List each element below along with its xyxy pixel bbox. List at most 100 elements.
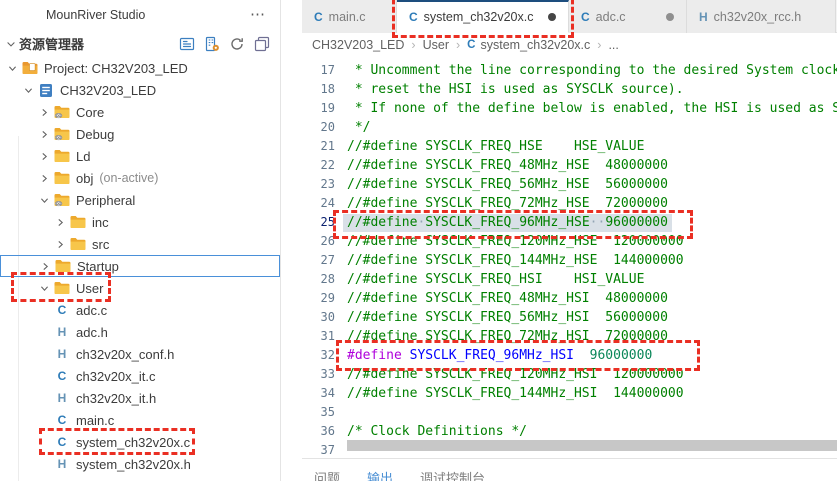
line-number[interactable]: 28 — [302, 270, 335, 289]
tree-item-debug[interactable]: Debug — [0, 123, 280, 145]
folder-link-icon — [52, 127, 72, 141]
line-number[interactable]: 31 — [302, 327, 335, 346]
tree-item-ch32v20x-it-h[interactable]: Hch32v20x_it.h — [0, 387, 280, 409]
tree-item-label: system_ch32v20x.h — [76, 456, 191, 472]
line-number[interactable]: 35 — [302, 403, 335, 422]
build-settings-icon[interactable] — [204, 36, 220, 52]
tree-item-ch32v20x-conf-h[interactable]: Hch32v20x_conf.h — [0, 343, 280, 365]
tab-adc-c[interactable]: Cadc.c — [569, 0, 687, 33]
explorer-actions — [179, 36, 270, 52]
tree-item-adc-h[interactable]: Hadc.h — [0, 321, 280, 343]
line-number[interactable]: 33 — [302, 365, 335, 384]
panel-tab-问题[interactable]: 问题 — [314, 468, 340, 481]
line-number[interactable]: 36 — [302, 422, 335, 441]
line-number[interactable]: 18 — [302, 80, 335, 99]
unsaved-dot-icon[interactable] — [548, 13, 556, 21]
line-number[interactable]: 20 — [302, 118, 335, 137]
refresh-icon[interactable] — [229, 36, 245, 52]
line-number[interactable]: 24 — [302, 194, 335, 213]
panel-tab-调试控制台[interactable]: 调试控制台 — [420, 468, 485, 481]
line-content: //#define SYSCLK_FREQ_HSE HSE_VALUE — [347, 139, 645, 154]
line-number[interactable]: 27 — [302, 251, 335, 270]
code-line-34[interactable]: 34 //#define SYSCLK_FREQ_144MHz_HSI 14400… — [302, 384, 837, 403]
tree-item-label: Debug — [76, 126, 115, 142]
chevron-expanded-icon — [4, 63, 20, 74]
open-editors-icon[interactable] — [179, 36, 195, 52]
tree-item-peripheral[interactable]: Peripheral — [0, 189, 280, 211]
folder-icon — [52, 281, 72, 295]
tree-item-src[interactable]: src — [0, 233, 280, 255]
code-line-32[interactable]: 32 #define SYSCLK_FREQ_96MHz_HSI 96000000 — [302, 346, 837, 365]
tree-item-ld[interactable]: Ld — [0, 145, 280, 167]
folder-icon — [52, 171, 72, 185]
breadcrumb-item-user[interactable]: User — [423, 38, 449, 52]
tree-item-label: system_ch32v20x.c — [76, 434, 191, 450]
more-actions-icon[interactable]: ⋯ — [250, 7, 266, 22]
tree-item-system-ch32v20x-c[interactable]: Csystem_ch32v20x.c — [0, 431, 280, 453]
tab-ch32v20x-rcc-h[interactable]: Hch32v20x_rcc.h — [687, 0, 836, 33]
tree-item-user[interactable]: User — [0, 277, 280, 299]
line-number[interactable]: 29 — [302, 289, 335, 308]
code-line-25[interactable]: 25 //#define·SYSCLK_FREQ_96MHz_HSE··96000… — [302, 213, 837, 232]
panel-tab-输出[interactable]: 输出 — [367, 468, 393, 481]
tree-item-system-ch32v20x-h[interactable]: Hsystem_ch32v20x.h — [0, 453, 280, 475]
breadcrumb-item-[interactable]: ... — [608, 38, 618, 52]
code-line-36[interactable]: 36 /* Clock Definitions */ — [302, 422, 837, 441]
tree-item-label: inc — [92, 214, 109, 230]
line-number[interactable]: 17 — [302, 61, 335, 80]
tab-system-ch32v20x-c[interactable]: Csystem_ch32v20x.c — [397, 0, 569, 33]
code-line-23[interactable]: 23 //#define SYSCLK_FREQ_56MHz_HSE 560000… — [302, 175, 837, 194]
code-editor[interactable]: 17 * Uncomment the line corresponding to… — [302, 57, 837, 458]
tab-label: adc.c — [595, 9, 626, 24]
tree-item-project-ch32v203-led[interactable]: Project: CH32V203_LED — [0, 57, 280, 79]
collapse-all-icon[interactable] — [254, 36, 270, 52]
unsaved-dot-icon[interactable] — [666, 12, 674, 21]
tree-item-main-c[interactable]: Cmain.c — [0, 409, 280, 431]
horizontal-scrollbar[interactable] — [347, 440, 837, 451]
code-line-31[interactable]: 31 //#define SYSCLK_FREQ_72MHz_HSI 720000… — [302, 327, 837, 346]
tab-main-c[interactable]: Cmain.c — [302, 0, 397, 33]
line-content: #define SYSCLK_FREQ_96MHz_HSI 96000000 — [347, 348, 653, 363]
line-number[interactable]: 26 — [302, 232, 335, 251]
h-file-icon: H — [57, 457, 67, 471]
tree-item-inc[interactable]: inc — [0, 211, 280, 233]
code-line-24[interactable]: 24 //#define SYSCLK_FREQ_72MHz_HSE 720000… — [302, 194, 837, 213]
line-content: //#define SYSCLK_FREQ_120MHz_HSE 1200000… — [347, 234, 684, 249]
line-number[interactable]: 32 — [302, 346, 335, 365]
line-number[interactable]: 21 — [302, 137, 335, 156]
tree-item-obj[interactable]: obj (on-active) — [0, 167, 280, 189]
breadcrumb-separator: › — [597, 38, 602, 52]
code-line-22[interactable]: 22 //#define SYSCLK_FREQ_48MHz_HSE 480000… — [302, 156, 837, 175]
code-line-20[interactable]: 20 */ — [302, 118, 837, 137]
line-number[interactable]: 25 — [302, 213, 335, 232]
code-line-35[interactable]: 35 — [302, 403, 837, 422]
chevron-collapsed-icon — [36, 107, 52, 118]
c-file-icon: C — [467, 39, 476, 51]
line-number[interactable]: 37 — [302, 441, 335, 458]
tree-item-suffix: (on-active) — [99, 171, 159, 185]
code-line-18[interactable]: 18 * reset the HSI is used as SYSCLK sou… — [302, 80, 837, 99]
line-number[interactable]: 19 — [302, 99, 335, 118]
code-line-30[interactable]: 30 //#define SYSCLK_FREQ_56MHz_HSI 560000… — [302, 308, 837, 327]
tree-item-core[interactable]: Core — [0, 101, 280, 123]
tree-item-startup[interactable]: Startup — [0, 255, 280, 277]
code-line-26[interactable]: 26 //#define SYSCLK_FREQ_120MHz_HSE 12000… — [302, 232, 837, 251]
breadcrumb-item-system-ch32v20x-c[interactable]: Csystem_ch32v20x.c — [467, 38, 590, 52]
line-number[interactable]: 23 — [302, 175, 335, 194]
explorer-header[interactable]: 资源管理器 — [0, 30, 280, 57]
code-line-28[interactable]: 28 //#define SYSCLK_FREQ_HSI HSI_VALUE — [302, 270, 837, 289]
tree-item-ch32v20x-it-c[interactable]: Cch32v20x_it.c — [0, 365, 280, 387]
code-line-19[interactable]: 19 * If none of the define below is enab… — [302, 99, 837, 118]
line-number[interactable]: 30 — [302, 308, 335, 327]
code-line-29[interactable]: 29 //#define SYSCLK_FREQ_48MHz_HSI 480000… — [302, 289, 837, 308]
breadcrumb-item-ch32v203-led[interactable]: CH32V203_LED — [312, 38, 404, 52]
code-line-21[interactable]: 21 //#define SYSCLK_FREQ_HSE HSE_VALUE — [302, 137, 837, 156]
line-number[interactable]: 22 — [302, 156, 335, 175]
tree-item-adc-c[interactable]: Cadc.c — [0, 299, 280, 321]
line-number[interactable]: 34 — [302, 384, 335, 403]
folder-link-icon — [52, 105, 72, 119]
code-line-27[interactable]: 27 //#define SYSCLK_FREQ_144MHz_HSE 14400… — [302, 251, 837, 270]
code-line-33[interactable]: 33 //#define SYSCLK_FREQ_120MHz_HSI 12000… — [302, 365, 837, 384]
code-line-17[interactable]: 17 * Uncomment the line corresponding to… — [302, 61, 837, 80]
tree-item-ch32v203-led[interactable]: CH32V203_LED — [0, 79, 280, 101]
